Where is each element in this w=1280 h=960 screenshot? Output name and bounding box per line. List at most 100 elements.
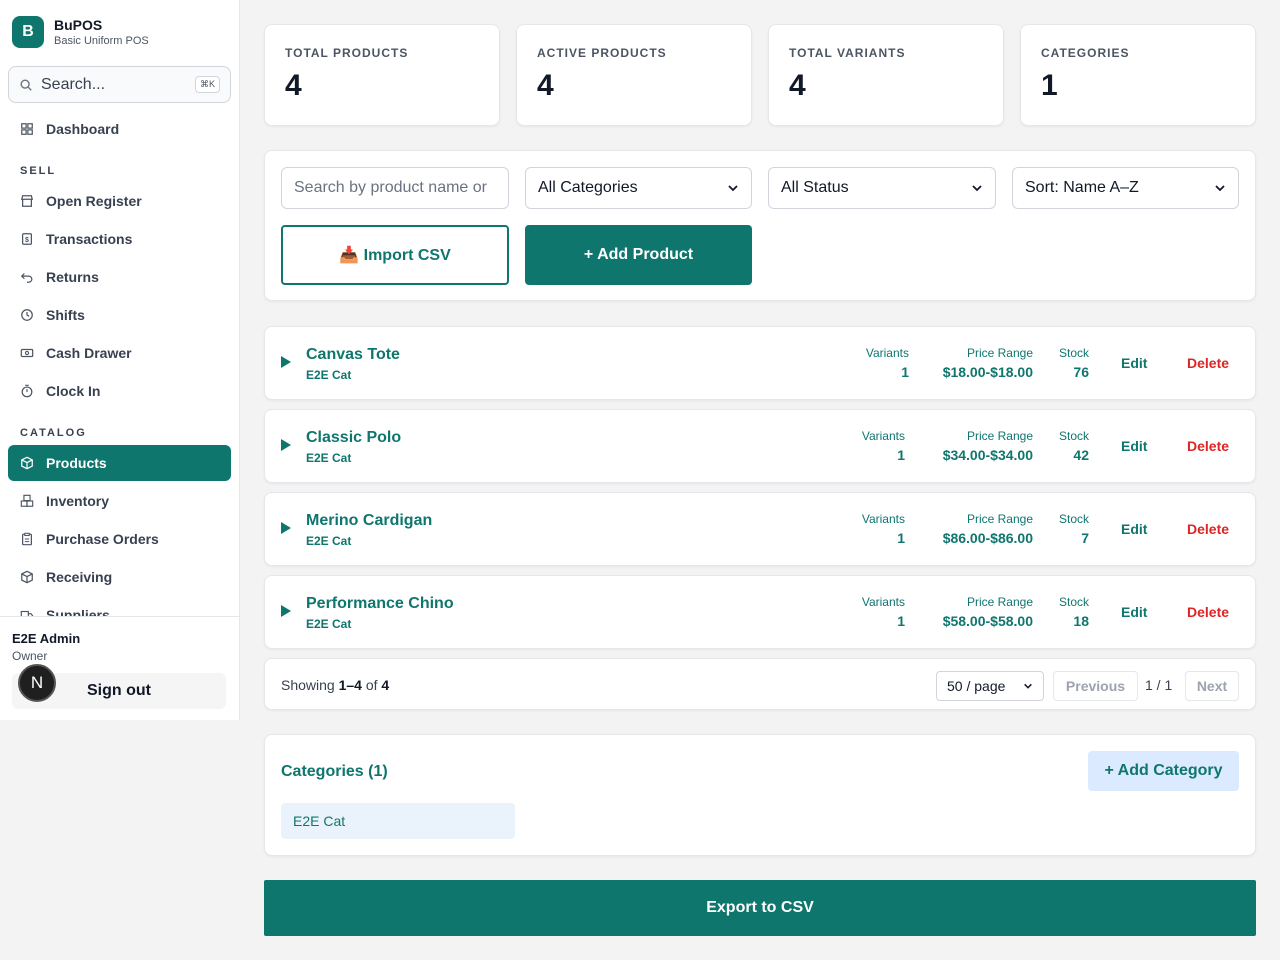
- previous-button[interactable]: Previous: [1053, 671, 1138, 701]
- product-name[interactable]: Classic Polo: [306, 429, 401, 447]
- product-name[interactable]: Canvas Tote: [306, 346, 400, 364]
- stock-label: Stock: [1058, 595, 1089, 609]
- delete-button[interactable]: Delete: [1187, 438, 1229, 454]
- price-column: Price Range $86.00-$86.00: [921, 512, 1033, 546]
- stock-label: Stock: [1058, 429, 1089, 443]
- sidebar-item-returns[interactable]: Returns: [8, 259, 231, 295]
- stat-label: TOTAL PRODUCTS: [285, 46, 409, 60]
- product-category: E2E Cat: [306, 617, 352, 631]
- sidebar-section-catalog: CATALOG: [20, 427, 87, 439]
- search-shortcut: ⌘K: [194, 76, 220, 93]
- status-select-value: All Status: [781, 179, 849, 196]
- price-value: $34.00-$34.00: [942, 447, 1033, 463]
- stock-column: Stock 18: [1049, 595, 1089, 629]
- stat-label: TOTAL VARIANTS: [789, 46, 906, 60]
- sidebar-item-label: Products: [46, 455, 107, 471]
- price-column: Price Range $58.00-$58.00: [921, 595, 1033, 629]
- brand-logo: B: [12, 16, 44, 48]
- sidebar-item-clock-in[interactable]: Clock In: [8, 373, 231, 409]
- sidebar-item-inventory[interactable]: Inventory: [8, 483, 231, 519]
- svg-text:$: $: [25, 237, 29, 244]
- product-name[interactable]: Performance Chino: [306, 595, 454, 613]
- stat-card-categories: CATEGORIES 1: [1020, 24, 1256, 126]
- table-row[interactable]: Classic Polo E2E Cat Variants 1 Price Ra…: [264, 409, 1256, 483]
- sidebar-item-open-register[interactable]: Open Register: [8, 183, 231, 219]
- table-row[interactable]: Performance Chino E2E Cat Variants 1 Pri…: [264, 575, 1256, 649]
- expand-icon[interactable]: [281, 605, 291, 617]
- price-column: Price Range $34.00-$34.00: [921, 429, 1033, 463]
- expand-icon[interactable]: [281, 522, 291, 534]
- delete-button[interactable]: Delete: [1187, 521, 1229, 537]
- product-search-input[interactable]: Search by product name or: [281, 167, 509, 209]
- category-select[interactable]: All Categories: [525, 167, 752, 209]
- pagination-range: 1–4: [338, 677, 362, 693]
- grid-icon: [21, 123, 33, 135]
- table-row[interactable]: Merino Cardigan E2E Cat Variants 1 Price…: [264, 492, 1256, 566]
- category-chip[interactable]: E2E Cat: [281, 803, 515, 839]
- delete-button[interactable]: Delete: [1187, 355, 1229, 371]
- sidebar-section-sell: SELL: [20, 165, 57, 177]
- brand[interactable]: B BuPOS Basic Uniform POS: [12, 16, 149, 48]
- variants-value: 1: [897, 530, 905, 546]
- undo-icon: [20, 273, 33, 283]
- delete-button[interactable]: Delete: [1187, 604, 1229, 620]
- truck-icon: [20, 610, 34, 616]
- variants-column: Variants 1: [845, 595, 905, 629]
- sidebar-item-label: Clock In: [46, 383, 101, 399]
- per-page-value: 50 / page: [947, 678, 1006, 694]
- clipboard-icon: [22, 532, 32, 546]
- import-csv-button[interactable]: 📥 Import CSV: [281, 225, 509, 285]
- sidebar-item-suppliers[interactable]: Suppliers: [8, 597, 231, 616]
- expand-icon[interactable]: [281, 439, 291, 451]
- boxes-icon: [20, 494, 34, 507]
- sidebar-item-receiving[interactable]: Receiving: [8, 559, 231, 595]
- price-label: Price Range: [966, 595, 1033, 609]
- price-label: Price Range: [966, 346, 1033, 360]
- edit-button[interactable]: Edit: [1121, 604, 1147, 620]
- stat-card-total-variants: TOTAL VARIANTS 4: [768, 24, 1004, 126]
- sidebar-item-purchase-orders[interactable]: Purchase Orders: [8, 521, 231, 557]
- expand-icon[interactable]: [281, 356, 291, 368]
- cash-icon: [20, 348, 34, 358]
- edit-button[interactable]: Edit: [1121, 438, 1147, 454]
- sidebar-item-shifts[interactable]: Shifts: [8, 297, 231, 333]
- sidebar-item-label: Open Register: [46, 193, 142, 209]
- table-row[interactable]: Canvas Tote E2E Cat Variants 1 Price Ran…: [264, 326, 1256, 400]
- sidebar-item-transactions[interactable]: $ Transactions: [8, 221, 231, 257]
- avatar[interactable]: N: [18, 664, 56, 702]
- category-select-value: All Categories: [538, 179, 638, 196]
- export-csv-button[interactable]: Export to CSV: [264, 880, 1256, 936]
- timer-icon: [21, 384, 33, 398]
- stat-value: 4: [537, 69, 554, 102]
- variants-value: 1: [901, 364, 909, 380]
- sort-select[interactable]: Sort: Name A–Z: [1012, 167, 1239, 209]
- edit-button[interactable]: Edit: [1121, 521, 1147, 537]
- search-placeholder: Search...: [41, 75, 106, 93]
- next-button[interactable]: Next: [1185, 671, 1239, 701]
- sidebar-item-label: Inventory: [46, 493, 110, 509]
- sidebar-search-input[interactable]: Search... ⌘K: [8, 66, 231, 103]
- receipt-icon: $: [22, 233, 32, 245]
- add-product-button[interactable]: + Add Product: [525, 225, 752, 285]
- product-name[interactable]: Merino Cardigan: [306, 512, 432, 530]
- add-category-button[interactable]: + Add Category: [1088, 751, 1239, 791]
- sidebar-item-label: Purchase Orders: [46, 531, 159, 547]
- per-page-select[interactable]: 50 / page: [936, 671, 1044, 701]
- sidebar-item-label: Cash Drawer: [46, 345, 132, 361]
- pagination-prefix: Showing: [281, 677, 339, 693]
- variants-label: Variants: [861, 512, 905, 526]
- sidebar-item-cash-drawer[interactable]: Cash Drawer: [8, 335, 231, 371]
- stat-value: 4: [285, 69, 302, 102]
- variants-column: Variants 1: [845, 429, 905, 463]
- sidebar-item-products[interactable]: Products: [8, 445, 231, 481]
- status-select[interactable]: All Status: [768, 167, 996, 209]
- clock-icon: [21, 309, 33, 321]
- edit-button[interactable]: Edit: [1121, 355, 1147, 371]
- sidebar-item-dashboard[interactable]: Dashboard: [8, 111, 231, 147]
- stock-value: 18: [1073, 613, 1089, 629]
- page-indicator: 1 / 1: [1145, 677, 1173, 693]
- stat-value: 1: [1041, 69, 1058, 102]
- variants-label: Variants: [861, 595, 905, 609]
- variants-value: 1: [897, 447, 905, 463]
- pagination-summary: Showing 1–4 of 4: [281, 677, 389, 693]
